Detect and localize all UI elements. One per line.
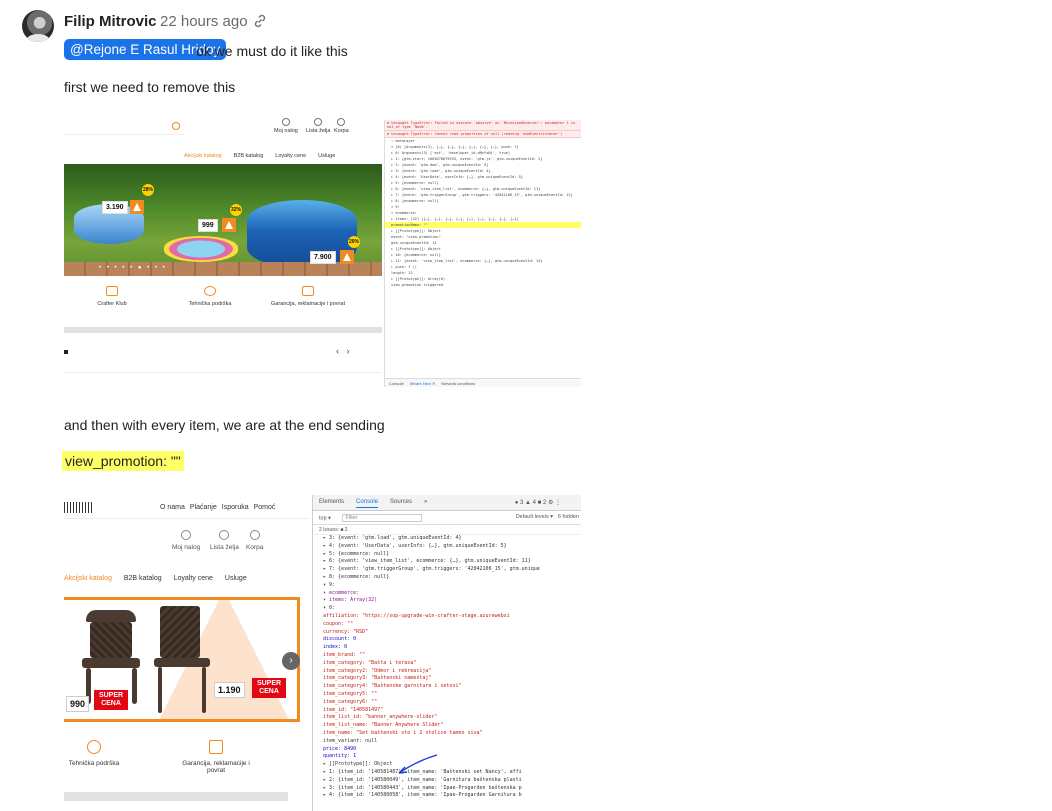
headset-icon bbox=[87, 740, 101, 754]
price-tag: 999 bbox=[198, 219, 218, 232]
screenshot-image-1[interactable]: Moj nalog Lista želja Korpa Akcijski kat… bbox=[64, 114, 581, 387]
divider bbox=[64, 327, 382, 333]
promo-banner: 990 SUPER CENA 1.190 SUPER CENA bbox=[64, 597, 300, 722]
category-menu: Akcijski katalog B2B katalog Loyalty cene U… bbox=[64, 575, 247, 582]
nav-wishlist: Lista želja bbox=[306, 118, 330, 134]
crafter-club-icon bbox=[106, 286, 118, 296]
cart-icon bbox=[249, 530, 260, 540]
console-error: ✖ Uncaught TypeError: Failed to execute … bbox=[385, 120, 581, 131]
heart-icon bbox=[219, 530, 230, 540]
screenshot-image-2[interactable]: O nama Plaćanje Isporuka Pomoć Moj nalog Li… bbox=[64, 495, 581, 811]
divider bbox=[64, 792, 288, 801]
nav-account: Moj nalog bbox=[172, 530, 200, 551]
user-icon bbox=[181, 530, 192, 540]
avatar[interactable] bbox=[22, 10, 54, 42]
website-preview: Moj nalog Lista želja Korpa Akcijski kat… bbox=[64, 114, 382, 387]
slider-dots: • • • • • ● • • • bbox=[99, 265, 167, 271]
user-icon bbox=[281, 118, 290, 126]
link-icon[interactable] bbox=[252, 13, 268, 29]
post-time[interactable]: 22 hours ago bbox=[160, 13, 248, 30]
website-preview: O nama Plaćanje Isporuka Pomoć Moj nalog Li… bbox=[64, 495, 310, 811]
devtools-drawer-tabs: Console What's New ✕ Network conditions bbox=[385, 378, 581, 387]
warranty-icon bbox=[209, 740, 223, 754]
warranty-icon bbox=[302, 286, 314, 296]
issues-bar: 2 Issues: ■ 2 bbox=[313, 525, 581, 535]
price-tag: 990 bbox=[66, 696, 90, 712]
brand-logo-icon bbox=[130, 200, 144, 214]
carousel-next-button: › bbox=[282, 652, 300, 670]
price-tag: 3.190 bbox=[102, 201, 128, 214]
cart-icon bbox=[337, 118, 346, 126]
message-text: ok we must do it like this bbox=[196, 43, 348, 59]
search-icon bbox=[172, 122, 180, 130]
console-filter-bar: top ▾ Filter Default levels ▾ 6 hidden bbox=[313, 511, 581, 525]
bullet bbox=[64, 350, 68, 354]
nav-account: Moj nalog bbox=[274, 118, 298, 134]
brand-logo-icon bbox=[340, 250, 354, 264]
message-line-2: and then with every item, we are at the … bbox=[64, 417, 385, 433]
nav-cart: Korpa bbox=[246, 530, 263, 551]
brand-logo-icon bbox=[222, 218, 236, 232]
service-support: Tehnička podrška bbox=[64, 740, 124, 767]
devtools-console: Elements Console Sources» ● 3 ▲ 4 ■ 2 ⚙ ⋮ … bbox=[312, 495, 581, 811]
devtools-badges: ● 3 ▲ 4 ■ 2 ⚙ ⋮ bbox=[514, 500, 561, 506]
discount-badge: 20% bbox=[348, 236, 360, 248]
price-tag: 7.900 bbox=[310, 251, 336, 264]
services-row: Crafter Klub Tehnička podrška Garancija,… bbox=[64, 286, 382, 326]
nav-cart: Korpa bbox=[334, 118, 349, 134]
super-cena-badge: SUPER CENA bbox=[94, 690, 128, 710]
heart-icon bbox=[314, 118, 323, 126]
message-line-1: first we need to remove this bbox=[64, 79, 236, 95]
devtools-console: ✖ Uncaught TypeError: Failed to execute … bbox=[384, 120, 581, 387]
service-warranty: Garancija, reklamacije i povrat bbox=[174, 740, 258, 774]
annotation-arrow-icon bbox=[398, 754, 438, 774]
site-topbar: O nama Plaćanje Isporuka Pomoć bbox=[64, 495, 310, 519]
headset-icon bbox=[204, 286, 216, 296]
super-cena-badge: SUPER CENA bbox=[252, 678, 286, 698]
console-error: ✖ Uncaught TypeError: Cannot read proper… bbox=[385, 131, 581, 138]
nav-wishlist: Lista želja bbox=[210, 530, 239, 551]
console-output: ▸ 3: {event: 'gtm.load', gtm.uniqueEvent… bbox=[323, 535, 540, 799]
top-menu: O nama Plaćanje Isporuka Pomoć bbox=[160, 504, 276, 511]
price-tag: 1.190 bbox=[214, 682, 245, 698]
author-name[interactable]: Filip Mitrovic bbox=[64, 13, 157, 30]
barcode-logo-icon bbox=[64, 502, 92, 513]
devtools-tabs: Elements Console Sources» ● 3 ▲ 4 ■ 2 ⚙ ⋮ bbox=[313, 495, 581, 511]
carousel-arrows: ‹ › bbox=[336, 346, 350, 356]
highlighted-text: view_promotion: "" bbox=[62, 451, 184, 471]
divider bbox=[64, 372, 382, 382]
discount-badge: 32% bbox=[230, 204, 242, 216]
console-line: view_promotion triggered bbox=[391, 283, 443, 287]
category-menu: Akcijski katalog B2B katalog Loyalty cene U… bbox=[184, 153, 336, 159]
discount-badge: 28% bbox=[142, 184, 154, 196]
search-bar bbox=[64, 121, 184, 135]
promo-banner: 3.190 28% 999 32% 7.900 20% bbox=[64, 164, 382, 276]
